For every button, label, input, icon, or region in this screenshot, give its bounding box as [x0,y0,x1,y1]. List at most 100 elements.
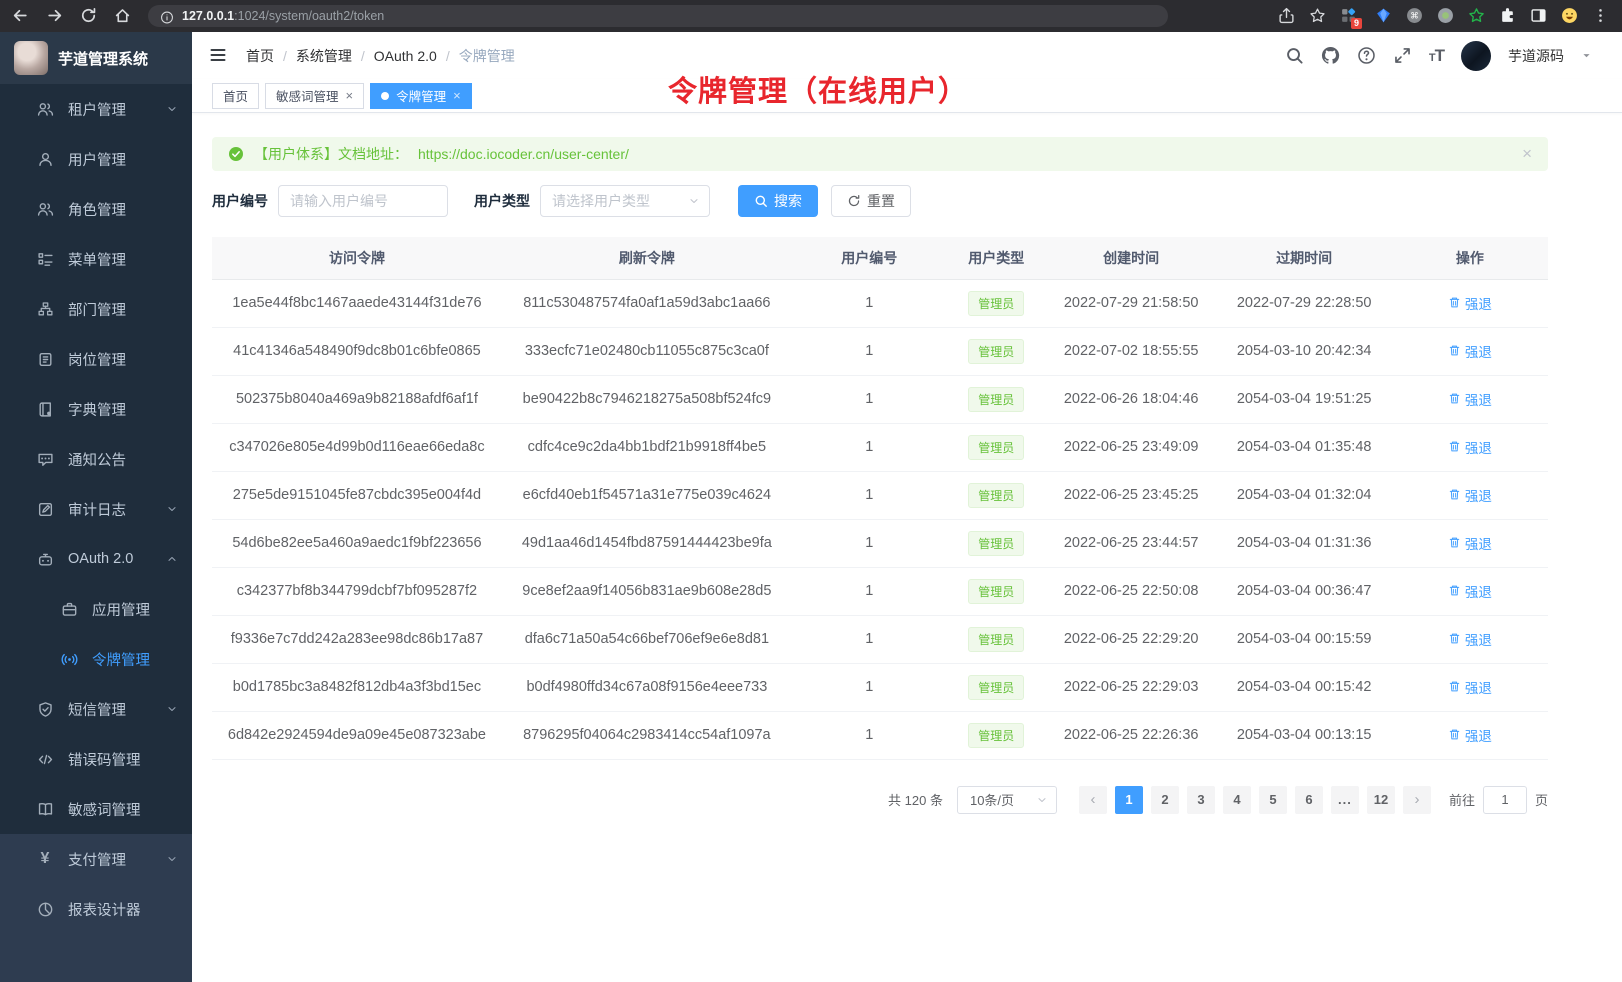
page-ellipsis-button[interactable]: ... [1331,786,1359,814]
sidebar-item-oauth2-token[interactable]: 令牌管理 [0,634,192,684]
profile-avatar-icon[interactable] [1561,7,1579,25]
browser-forward-icon[interactable] [46,7,64,25]
sensitive-icon [36,801,54,818]
sidebar-item-report[interactable]: 报表设计器 [0,884,192,934]
force-logout-button[interactable]: 强退 [1448,485,1492,505]
force-logout-button[interactable]: 强退 [1448,341,1492,361]
extension-command-icon[interactable]: ⌘ [1406,7,1424,25]
extensions-puzzle-icon[interactable] [1499,7,1517,25]
page-button-5[interactable]: 5 [1259,786,1287,814]
table-row: 54d6be82ee5a460a9aedc1f9bf22365649d1aa46… [212,519,1548,567]
tab-令牌管理[interactable]: 令牌管理× [370,83,472,109]
page-button-2[interactable]: 2 [1151,786,1179,814]
force-logout-button[interactable]: 强退 [1448,437,1492,457]
tab-首页[interactable]: 首页 [212,83,259,109]
force-logout-button[interactable]: 强退 [1448,389,1492,409]
column-header: 过期时间 [1217,237,1392,279]
force-logout-button[interactable]: 强退 [1448,581,1492,601]
browser-menu-icon[interactable] [1592,7,1610,25]
sidebar-item-sms[interactable]: 短信管理 [0,684,192,734]
chevron-down-icon [166,703,178,715]
tab-close-icon[interactable]: × [346,89,354,102]
force-logout-button[interactable]: 强退 [1448,725,1492,745]
user-avatar[interactable] [1461,41,1491,71]
extension-record-icon[interactable] [1437,7,1455,25]
action-cell: 强退 [1392,711,1548,759]
sidebar-item-oauth2-app[interactable]: 应用管理 [0,584,192,634]
force-logout-button[interactable]: 强退 [1448,293,1492,313]
sidebar-item-oauth2[interactable]: OAuth 2.0 [0,534,192,584]
address-bar[interactable]: 127.0.0.1:1024/system/oauth2/token [148,5,1168,27]
extension-star-icon[interactable] [1468,7,1486,25]
sidebar-collapse-icon[interactable] [208,45,230,67]
user-type-badge: 管理员 [968,483,1024,508]
menu-icon [36,251,54,268]
prev-page-button[interactable]: ‹ [1079,786,1107,814]
trash-icon [1448,440,1461,453]
force-logout-button[interactable]: 强退 [1448,629,1492,649]
font-size-icon[interactable]: TT [1429,46,1444,66]
browser-reload-icon[interactable] [80,7,98,25]
page-button-4[interactable]: 4 [1223,786,1251,814]
page-button-12[interactable]: 12 [1367,786,1395,814]
page-button-6[interactable]: 6 [1295,786,1323,814]
breadcrumb: 首页/系统管理/OAuth 2.0/令牌管理 [246,46,515,66]
share-icon[interactable] [1278,7,1296,25]
extension-grid-icon[interactable]: 9 [1340,7,1358,25]
sidebar-item-errcode[interactable]: 错误码管理 [0,734,192,784]
sidebar-item-dept[interactable]: 部门管理 [0,284,192,334]
bookmark-star-icon[interactable] [1309,7,1327,25]
sidebar-item-post[interactable]: 岗位管理 [0,334,192,384]
next-page-button[interactable]: › [1403,786,1431,814]
alert-close-icon[interactable]: × [1522,144,1532,164]
sidebar-item-notice[interactable]: 通知公告 [0,434,192,484]
page-size-select[interactable]: 10条/页 [957,786,1057,814]
sidebar-item-label: 字典管理 [68,399,126,420]
tab-敏感词管理[interactable]: 敏感词管理× [265,83,364,109]
user-type-select[interactable]: 请选择用户类型 [540,185,710,217]
sidebar-item-audit[interactable]: 审计日志 [0,484,192,534]
browser-back-icon[interactable] [12,7,30,25]
column-header: 用户编号 [792,237,947,279]
app-logo[interactable]: 芋道管理系统 [0,32,192,84]
user-id-input[interactable] [278,185,448,217]
sidebar-item-menu[interactable]: 菜单管理 [0,234,192,284]
expire-time-cell: 2054-03-04 01:31:36 [1217,519,1392,567]
sidebar-item-user[interactable]: 用户管理 [0,134,192,184]
svg-text:⌘: ⌘ [1410,11,1419,21]
sidebar-item-role[interactable]: 角色管理 [0,184,192,234]
page-button-3[interactable]: 3 [1187,786,1215,814]
username[interactable]: 芋道源码 [1508,46,1564,66]
site-info-icon[interactable] [160,9,174,23]
sidebar-item-sensitive[interactable]: 敏感词管理 [0,784,192,834]
breadcrumb-item[interactable]: 首页 [246,46,274,66]
search-icon[interactable] [1285,46,1304,65]
sidebar-item-tenant[interactable]: 租户管理 [0,84,192,134]
tab-close-icon[interactable]: × [453,89,461,102]
sidebar-item-pay[interactable]: ¥支付管理 [0,834,192,884]
search-button[interactable]: 搜索 [738,185,818,217]
user-type-cell: 管理员 [947,663,1046,711]
breadcrumb-item[interactable]: OAuth 2.0 [374,48,437,64]
help-icon[interactable] [1357,46,1376,65]
annotation-title: 令牌管理（在线用户） [668,68,968,110]
doc-alert: 【用户体系】文档地址： https://doc.iocoder.cn/user-… [212,137,1548,171]
force-logout-button[interactable]: 强退 [1448,677,1492,697]
goto-page-input[interactable] [1483,786,1527,814]
breadcrumb-item[interactable]: 系统管理 [296,46,352,66]
page-buttons: ‹123456...12› [1075,786,1435,814]
extension-gem-icon[interactable] [1375,7,1393,25]
sidebar-item-dict[interactable]: 字典管理 [0,384,192,434]
github-icon[interactable] [1321,46,1340,65]
side-panel-icon[interactable] [1530,7,1548,25]
force-logout-button[interactable]: 强退 [1448,533,1492,553]
fullscreen-icon[interactable] [1393,46,1412,65]
reset-button[interactable]: 重置 [831,185,911,217]
alert-doc-link[interactable]: https://doc.iocoder.cn/user-center/ [418,146,629,162]
user-caret-down-icon[interactable] [1581,50,1592,61]
action-cell: 强退 [1392,327,1548,375]
page-button-1[interactable]: 1 [1115,786,1143,814]
goto-label: 前往 [1449,790,1475,809]
access-token-cell: f9336e7c7dd242a283ee98dc86b17a87 [212,615,502,663]
browser-home-icon[interactable] [114,7,132,25]
